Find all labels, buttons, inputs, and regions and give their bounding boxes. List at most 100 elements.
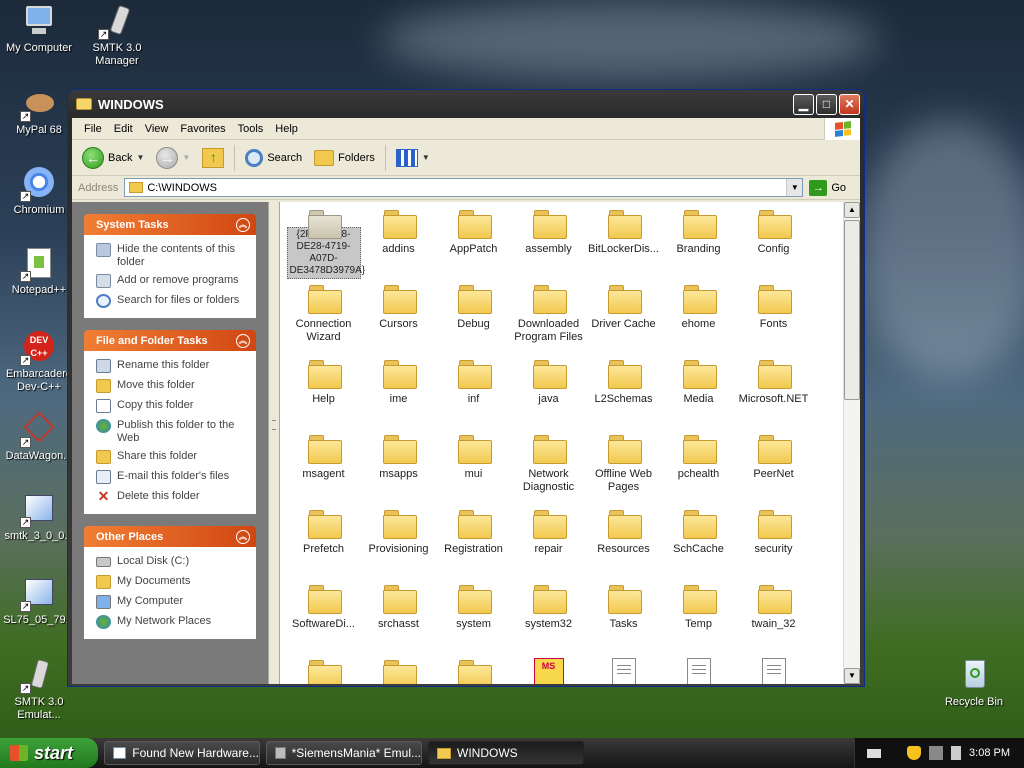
file-item[interactable]: Debug bbox=[436, 279, 511, 354]
system-tasks-header[interactable]: System Tasks ︽ bbox=[84, 214, 256, 235]
file-item[interactable]: ime bbox=[361, 354, 436, 429]
settings-file-icon[interactable] bbox=[761, 658, 786, 684]
file-item[interactable]: security bbox=[736, 504, 811, 579]
menu-view[interactable]: View bbox=[139, 123, 175, 135]
pane-splitter[interactable] bbox=[268, 202, 280, 684]
other-places-header[interactable]: Other Places ︽ bbox=[84, 526, 256, 547]
file-item[interactable]: Temp bbox=[661, 579, 736, 654]
search-button[interactable]: Search bbox=[241, 147, 306, 169]
file-item[interactable]: mui bbox=[436, 429, 511, 504]
file-item[interactable]: SchCache bbox=[661, 504, 736, 579]
taskbar-item-found-hardware[interactable]: Found New Hardware... bbox=[104, 741, 260, 765]
document-icon[interactable] bbox=[686, 658, 711, 684]
task-move-folder[interactable]: Move this folder bbox=[96, 377, 248, 397]
speaker-icon[interactable] bbox=[951, 746, 962, 760]
file-item[interactable]: java bbox=[511, 354, 586, 429]
menu-edit[interactable]: Edit bbox=[108, 123, 139, 135]
chevron-down-icon[interactable]: ▼ bbox=[136, 153, 144, 162]
folder-icon[interactable] bbox=[457, 660, 492, 684]
file-item[interactable]: Offline Web Pages bbox=[586, 429, 661, 504]
place-my-computer[interactable]: My Computer bbox=[96, 593, 248, 613]
file-item[interactable]: PeerNet bbox=[736, 429, 811, 504]
task-search-files[interactable]: Search for files or folders bbox=[96, 292, 248, 312]
start-button[interactable]: start bbox=[0, 738, 98, 768]
task-add-remove-programs[interactable]: Add or remove programs bbox=[96, 272, 248, 292]
file-item[interactable]: AppPatch bbox=[436, 204, 511, 279]
file-item[interactable]: Prefetch bbox=[286, 504, 361, 579]
menu-help[interactable]: Help bbox=[269, 123, 304, 135]
file-item[interactable]: Downloaded Program Files bbox=[511, 279, 586, 354]
file-item[interactable]: Microsoft.NET bbox=[736, 354, 811, 429]
task-copy-folder[interactable]: Copy this folder bbox=[96, 397, 248, 417]
file-item[interactable]: msagent bbox=[286, 429, 361, 504]
scroll-thumb[interactable] bbox=[844, 220, 860, 400]
task-rename-folder[interactable]: Rename this folder bbox=[96, 357, 248, 377]
folders-button[interactable]: Folders bbox=[310, 148, 379, 168]
address-dropdown-button[interactable]: ▼ bbox=[786, 179, 803, 196]
security-shield-icon[interactable] bbox=[907, 746, 922, 760]
task-share-folder[interactable]: Share this folder bbox=[96, 448, 248, 468]
file-item[interactable]: L2Schemas bbox=[586, 354, 661, 429]
file-item[interactable]: Branding bbox=[661, 204, 736, 279]
collapse-icon[interactable]: ︽ bbox=[236, 529, 250, 544]
file-item[interactable]: assembly bbox=[511, 204, 586, 279]
file-item[interactable]: msapps bbox=[361, 429, 436, 504]
place-local-disk[interactable]: Local Disk (C:) bbox=[96, 553, 248, 573]
menu-favorites[interactable]: Favorites bbox=[174, 123, 231, 135]
clock[interactable]: 3:08 PM bbox=[969, 747, 1010, 759]
file-item[interactable]: Provisioning bbox=[361, 504, 436, 579]
file-item[interactable]: repair bbox=[511, 504, 586, 579]
file-item[interactable]: system bbox=[436, 579, 511, 654]
place-my-documents[interactable]: My Documents bbox=[96, 573, 248, 593]
taskbar-item-emulator[interactable]: *SiemensMania* Emul... bbox=[266, 741, 422, 765]
file-item[interactable]: inf bbox=[436, 354, 511, 429]
task-publish-folder[interactable]: Publish this folder to the Web bbox=[96, 417, 248, 448]
file-item[interactable]: pchealth bbox=[661, 429, 736, 504]
file-item[interactable]: Media bbox=[661, 354, 736, 429]
file-item[interactable]: Tasks bbox=[586, 579, 661, 654]
window-titlebar[interactable]: WINDOWS ▁ □ ✕ bbox=[72, 90, 860, 118]
chevron-down-icon[interactable]: ▼ bbox=[182, 153, 190, 162]
minimize-button[interactable]: ▁ bbox=[793, 93, 814, 115]
task-email-files[interactable]: E-mail this folder's files bbox=[96, 468, 248, 488]
address-input[interactable]: C:\WINDOWS ▼ bbox=[124, 178, 804, 197]
desktop-icon-smtk-manager[interactable]: ↗ SMTK 3.0 Manager bbox=[78, 4, 156, 68]
file-item[interactable]: Cursors bbox=[361, 279, 436, 354]
file-item[interactable]: Resources bbox=[586, 504, 661, 579]
file-item[interactable]: srchasst bbox=[361, 579, 436, 654]
file-item[interactable]: Network Diagnostic bbox=[511, 429, 586, 504]
file-item[interactable]: Fonts bbox=[736, 279, 811, 354]
taskbar-item-windows-folder[interactable]: WINDOWS bbox=[428, 741, 584, 765]
document-icon[interactable] bbox=[611, 658, 636, 684]
views-button[interactable]: ▼ bbox=[392, 147, 434, 169]
file-item[interactable]: Config bbox=[736, 204, 811, 279]
menu-file[interactable]: File bbox=[78, 123, 108, 135]
forward-button[interactable]: → ▼ bbox=[152, 145, 194, 171]
up-folder-button[interactable]: ↑ bbox=[198, 146, 228, 170]
folder-icon[interactable] bbox=[382, 660, 417, 684]
close-button[interactable]: ✕ bbox=[839, 93, 860, 115]
ms-app-icon[interactable]: MS bbox=[533, 658, 564, 684]
place-network-places[interactable]: My Network Places bbox=[96, 613, 248, 633]
scroll-up-button[interactable]: ▲ bbox=[844, 202, 860, 218]
file-item[interactable]: Registration bbox=[436, 504, 511, 579]
file-item[interactable]: Help bbox=[286, 354, 361, 429]
menu-tools[interactable]: Tools bbox=[232, 123, 270, 135]
file-item[interactable]: system32 bbox=[511, 579, 586, 654]
collapse-icon[interactable]: ︽ bbox=[236, 217, 250, 232]
file-folder-tasks-header[interactable]: File and Folder Tasks ︽ bbox=[84, 330, 256, 351]
go-button[interactable]: → Go bbox=[809, 179, 860, 196]
file-item[interactable]: Connection Wizard bbox=[286, 279, 361, 354]
task-delete-folder[interactable]: ✕ Delete this folder bbox=[96, 488, 248, 508]
file-item[interactable]: ehome bbox=[661, 279, 736, 354]
collapse-icon[interactable]: ︽ bbox=[236, 333, 250, 348]
network-icon[interactable] bbox=[929, 746, 944, 760]
vertical-scrollbar[interactable]: ▲ ▼ bbox=[843, 202, 860, 684]
back-button[interactable]: ← Back ▼ bbox=[78, 145, 148, 171]
desktop-icon-my-computer[interactable]: My Computer bbox=[0, 4, 78, 55]
keyboard-icon[interactable] bbox=[867, 748, 882, 758]
file-item[interactable]: SoftwareDi... bbox=[286, 579, 361, 654]
maximize-button[interactable]: □ bbox=[816, 93, 837, 115]
folder-icon[interactable] bbox=[307, 660, 342, 684]
file-item[interactable]: twain_32 bbox=[736, 579, 811, 654]
